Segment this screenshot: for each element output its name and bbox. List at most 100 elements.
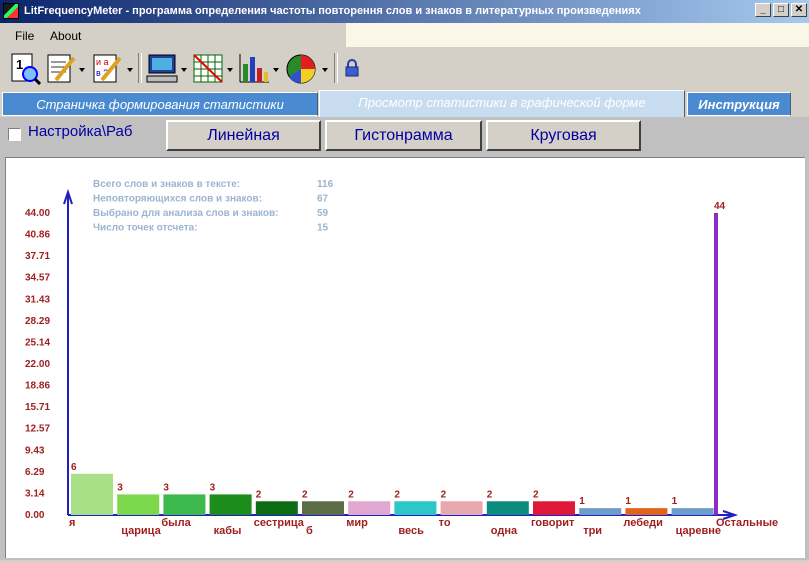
chart-area: Всего слов и знаков в тексте: 116 Неповтор… — [5, 157, 805, 558]
bar-value-label: 2 — [533, 489, 539, 500]
window-title: LitFrequencyMeter - программа определени… — [24, 5, 641, 17]
chart-axes: 44.00 40.86 37.71 34.57 31.43 28.29 25.14 22.00… — [25, 188, 739, 521]
new-document-icon[interactable]: 1 — [9, 52, 41, 85]
bar-value-label: 2 — [302, 489, 308, 500]
svg-text:и а: и а — [96, 57, 109, 67]
bar — [209, 494, 252, 515]
chevron-down-icon[interactable] — [127, 68, 133, 72]
y-tick-label: 0.00 — [25, 510, 45, 521]
x-category-label: то — [439, 517, 451, 529]
bar — [533, 501, 575, 515]
bar-value-label: 3 — [210, 482, 216, 493]
bar-value-label: 1 — [579, 496, 585, 507]
menu-spacer — [346, 23, 809, 47]
chevron-down-icon[interactable] — [227, 68, 233, 72]
minimize-button[interactable]: _ — [755, 3, 771, 17]
tab-graphic-view[interactable]: Просмотр статистики в графической форме — [319, 90, 685, 118]
bar-value-label: 2 — [487, 489, 493, 500]
edit-document-icon[interactable] — [46, 52, 76, 85]
stat-value: 59 — [317, 208, 329, 219]
title-bar: LitFrequencyMeter - программа определени… — [0, 0, 809, 23]
y-tick-label: 37.71 — [25, 251, 50, 262]
y-tick-label: 25.14 — [25, 337, 50, 348]
x-category-label: лебеди — [623, 517, 662, 529]
maximize-button[interactable]: □ — [773, 3, 789, 17]
svg-text:1: 1 — [16, 57, 23, 72]
menu-file[interactable]: File — [15, 29, 34, 43]
y-tick-label: 28.29 — [25, 316, 50, 327]
stat-value: 67 — [317, 194, 329, 205]
bar-value-label: 6 — [71, 462, 77, 473]
stat-label: Число точек отсчета: — [93, 223, 198, 234]
y-tick-label: 34.57 — [25, 273, 50, 284]
y-tick-label: 22.00 — [25, 359, 50, 370]
x-category-label: Остальные — [716, 517, 778, 529]
bar-value-label: 1 — [625, 496, 631, 507]
stat-label: Выбрано для анализа слов и знаков: — [93, 207, 278, 219]
bar — [348, 501, 391, 515]
bar-value-label: 3 — [163, 482, 169, 493]
stat-value: 15 — [317, 223, 329, 234]
linear-button[interactable]: Линейная — [166, 120, 321, 151]
bar — [671, 508, 714, 515]
bar-value-label: 2 — [348, 489, 354, 500]
bar — [163, 494, 206, 515]
menu-bar: File About — [0, 23, 346, 47]
bar-value-label: 44 — [714, 201, 726, 212]
settings-label: Настройка\Раб — [28, 123, 133, 140]
y-tick-label: 15.71 — [25, 402, 50, 413]
y-tick-label: 6.29 — [25, 467, 45, 478]
bar — [625, 508, 668, 515]
bar — [579, 508, 622, 515]
toolbar-separator — [138, 53, 142, 83]
x-category-label: кабы — [214, 525, 242, 537]
settings-checkbox[interactable] — [8, 128, 21, 141]
chart-bars: 6 я 3 царица 3 была 3 кабы 2 сестрица 2 б 2 мир 2 весь 2… — [69, 201, 778, 537]
bar — [486, 501, 529, 515]
histogram-button[interactable]: Гистонрамма — [325, 120, 482, 151]
x-category-label: одна — [491, 525, 518, 537]
stat-label: Всего слов и знаков в тексте: — [93, 179, 240, 190]
bar-chart-icon[interactable] — [238, 52, 270, 85]
tab-instructions[interactable]: Инструкция — [687, 92, 791, 116]
tab-graphic-view-label: Просмотр статистики в графической форме — [358, 95, 646, 110]
stat-value: 116 — [317, 179, 334, 190]
x-category-label: три — [583, 525, 602, 537]
lock-icon[interactable] — [344, 59, 360, 92]
pie-chart-icon[interactable] — [285, 52, 319, 85]
menu-about[interactable]: About — [50, 29, 81, 43]
x-category-label: б — [306, 525, 313, 537]
toolbar-separator — [334, 53, 338, 83]
x-category-label: я — [69, 517, 75, 529]
tab-statistics-formation[interactable]: Страничка формирования статистики — [2, 92, 318, 116]
histogram-chart: Всего слов и знаков в тексте: 116Неповтор… — [25, 179, 778, 537]
chevron-down-icon[interactable] — [273, 68, 279, 72]
monitor-icon[interactable] — [146, 52, 178, 85]
bar — [714, 213, 718, 515]
x-category-label: мир — [346, 517, 368, 529]
grid-icon[interactable] — [192, 52, 224, 85]
x-category-label: говорит — [531, 517, 575, 529]
bar — [302, 501, 344, 515]
bar-value-label: 2 — [394, 489, 400, 500]
chevron-down-icon[interactable] — [181, 68, 187, 72]
y-tick-label: 44.00 — [25, 208, 50, 219]
bar — [394, 501, 437, 515]
bar — [255, 501, 298, 515]
bar-value-label: 3 — [117, 482, 123, 493]
y-tick-label: 18.86 — [25, 381, 50, 392]
bar-value-label: 2 — [256, 489, 262, 500]
x-category-label: сестрица — [254, 517, 305, 529]
toolbar: 1 и а в ? — [0, 47, 809, 90]
chevron-down-icon[interactable] — [79, 68, 85, 72]
notes-icon[interactable]: и а в ? — [92, 52, 122, 85]
app-icon — [3, 3, 19, 19]
y-tick-label: 31.43 — [25, 294, 50, 305]
close-button[interactable]: ✕ — [791, 3, 807, 17]
tab-strip: Страничка формирования статистики Просмо… — [0, 90, 809, 118]
chevron-down-icon[interactable] — [322, 68, 328, 72]
pie-button[interactable]: Круговая — [486, 120, 641, 151]
x-category-label: была — [161, 517, 191, 529]
bar — [440, 501, 483, 515]
y-tick-label: 40.86 — [25, 230, 50, 241]
